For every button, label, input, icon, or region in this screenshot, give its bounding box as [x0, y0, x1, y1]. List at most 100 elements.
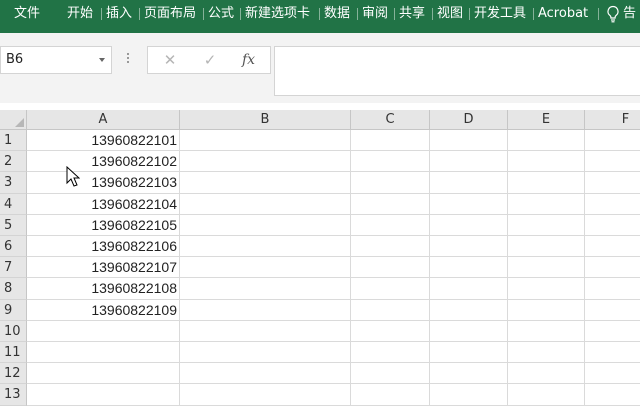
cell-e12[interactable] [508, 363, 585, 385]
tab-formulas[interactable]: 公式 [208, 0, 234, 27]
cell-c11[interactable] [351, 342, 430, 364]
cell-d1[interactable] [430, 130, 508, 152]
lightbulb-icon[interactable] [606, 5, 620, 23]
cell-c1[interactable] [351, 130, 430, 152]
cell-d4[interactable] [430, 193, 508, 215]
cell-f13[interactable] [585, 384, 640, 406]
column-header-c[interactable]: C [351, 110, 430, 130]
cell-a5[interactable]: 13960822105 [27, 214, 180, 236]
tab-page-layout[interactable]: 页面布局 [144, 0, 196, 27]
cell-c13[interactable] [351, 384, 430, 406]
cell-f1[interactable] [585, 130, 640, 152]
cell-a3[interactable]: 13960822103 [27, 172, 180, 194]
row-header[interactable]: 10 [0, 320, 27, 342]
cell-a13[interactable] [27, 384, 180, 406]
cell-a10[interactable] [27, 320, 180, 342]
cell-c2[interactable] [351, 151, 430, 173]
cell-c12[interactable] [351, 363, 430, 385]
cell-b13[interactable] [180, 384, 351, 406]
cell-a7[interactable]: 13960822107 [27, 257, 180, 279]
cell-a12[interactable] [27, 363, 180, 385]
chevron-down-icon[interactable] [99, 58, 105, 62]
tab-share[interactable]: 共享 [399, 0, 425, 27]
enter-button[interactable]: ✓ [200, 47, 220, 73]
cell-c10[interactable] [351, 320, 430, 342]
row-header[interactable]: 3 [0, 172, 27, 194]
cell-b7[interactable] [180, 257, 351, 279]
cell-d3[interactable] [430, 172, 508, 194]
cell-a8[interactable]: 13960822108 [27, 278, 180, 300]
row-header[interactable]: 13 [0, 384, 27, 406]
cell-e3[interactable] [508, 172, 585, 194]
select-all-button[interactable] [0, 110, 27, 130]
cell-c7[interactable] [351, 257, 430, 279]
cell-b3[interactable] [180, 172, 351, 194]
cell-b8[interactable] [180, 278, 351, 300]
cell-e2[interactable] [508, 151, 585, 173]
cell-f3[interactable] [585, 172, 640, 194]
cell-f6[interactable] [585, 236, 640, 258]
cell-c4[interactable] [351, 193, 430, 215]
tab-developer[interactable]: 开发工具 [474, 0, 526, 27]
cell-f5[interactable] [585, 215, 640, 236]
row-header[interactable]: 5 [0, 214, 27, 236]
cell-a2[interactable]: 13960822102 [27, 151, 180, 173]
cell-f7[interactable] [585, 257, 640, 279]
formula-bar-resize-handle[interactable] [127, 53, 129, 65]
tab-file[interactable]: 文件 [14, 0, 40, 27]
cell-d10[interactable] [430, 320, 508, 342]
cell-d11[interactable] [430, 342, 508, 364]
cancel-button[interactable]: ✕ [160, 47, 180, 73]
cell-f4[interactable] [585, 194, 640, 215]
cell-b4[interactable] [180, 193, 351, 215]
cell-e6[interactable] [508, 236, 585, 258]
cell-c6[interactable] [351, 236, 430, 258]
cell-d8[interactable] [430, 278, 508, 300]
cell-f8[interactable] [585, 278, 640, 300]
cell-e8[interactable] [508, 278, 585, 300]
tab-review[interactable]: 审阅 [362, 0, 388, 27]
cell-b9[interactable] [180, 299, 351, 321]
row-header[interactable]: 7 [0, 257, 27, 279]
cell-f9[interactable] [585, 300, 640, 321]
cell-c8[interactable] [351, 278, 430, 300]
row-header[interactable]: 11 [0, 342, 27, 364]
cell-d12[interactable] [430, 363, 508, 385]
tell-me-box[interactable]: 告 [623, 0, 636, 27]
cell-e1[interactable] [508, 130, 585, 152]
cell-e9[interactable] [508, 299, 585, 321]
cell-a6[interactable]: 13960822106 [27, 236, 180, 258]
tab-new-tab[interactable]: 新建选项卡 [245, 0, 310, 27]
column-header-d[interactable]: D [430, 110, 508, 130]
cell-d5[interactable] [430, 214, 508, 236]
row-header[interactable]: 2 [0, 151, 27, 173]
cell-a4[interactable]: 13960822104 [27, 193, 180, 215]
cell-e5[interactable] [508, 214, 585, 236]
row-header[interactable]: 1 [0, 130, 27, 152]
cell-c5[interactable] [351, 214, 430, 236]
row-header[interactable]: 6 [0, 236, 27, 258]
tab-view[interactable]: 视图 [437, 0, 463, 27]
cell-e7[interactable] [508, 257, 585, 279]
name-box[interactable]: B6 [0, 46, 112, 74]
cell-b1[interactable] [180, 130, 351, 152]
cell-f12[interactable] [585, 363, 640, 385]
cell-e10[interactable] [508, 320, 585, 342]
cell-d13[interactable] [430, 384, 508, 406]
column-header-b[interactable]: B [180, 110, 351, 130]
tab-acrobat[interactable]: Acrobat [538, 0, 588, 27]
cell-a11[interactable] [27, 342, 180, 364]
row-header[interactable]: 8 [0, 278, 27, 300]
formula-input[interactable] [274, 46, 640, 96]
cell-c3[interactable] [351, 172, 430, 194]
cell-c9[interactable] [351, 299, 430, 321]
cell-e13[interactable] [508, 384, 585, 406]
row-header[interactable]: 9 [0, 299, 27, 321]
cell-a1[interactable]: 13960822101 [27, 130, 180, 152]
cell-e11[interactable] [508, 342, 585, 364]
cell-b5[interactable] [180, 214, 351, 236]
cell-b11[interactable] [180, 342, 351, 364]
cell-d7[interactable] [430, 257, 508, 279]
tab-data[interactable]: 数据 [324, 0, 350, 27]
column-header-f[interactable]: F [585, 110, 640, 130]
